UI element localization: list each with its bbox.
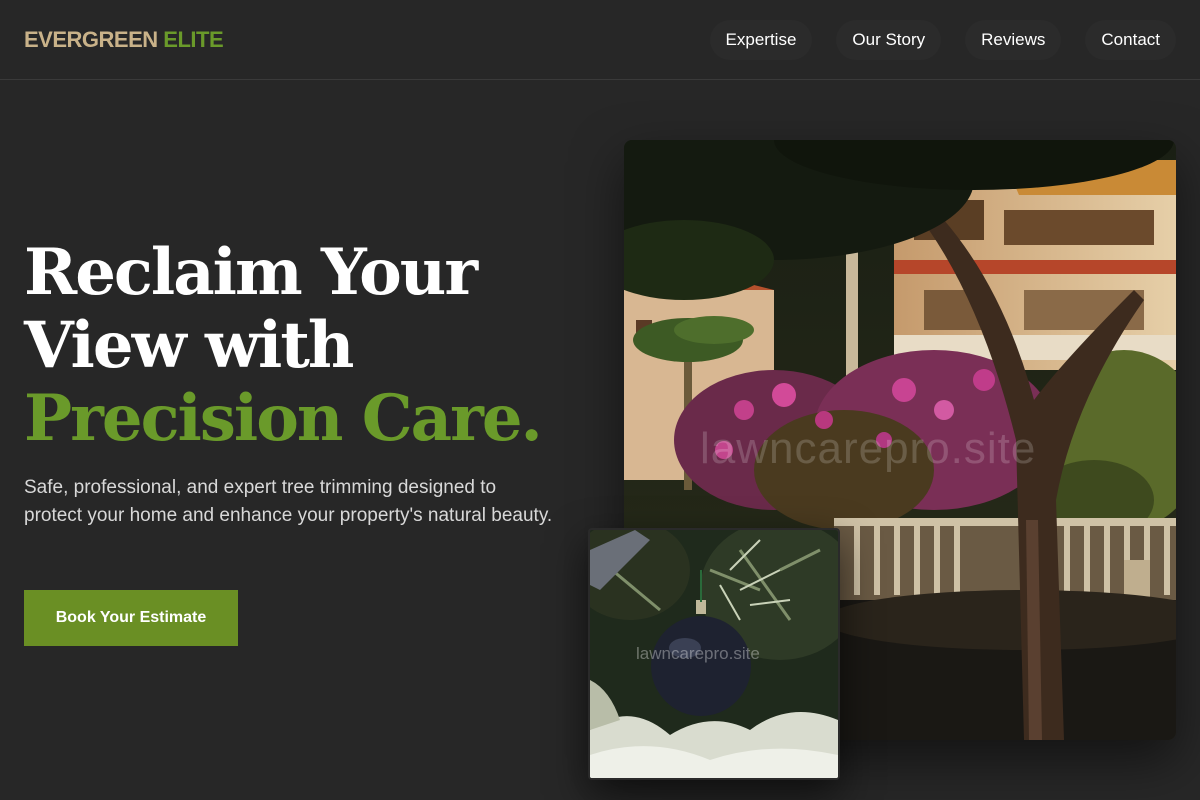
logo[interactable]: EVERGREEN ELITE (24, 27, 224, 53)
hero-headline: Reclaim Your View with Precision Care. (24, 236, 584, 455)
nav-item-contact[interactable]: Contact (1085, 20, 1176, 60)
headline-line-3-accent: Precision Care. (24, 381, 543, 456)
main-nav: Expertise Our Story Reviews Contact (709, 20, 1176, 60)
hero-subtext: Safe, professional, and expert tree trim… (24, 477, 553, 526)
inset-photo (588, 528, 840, 780)
headline-line-2: View with (24, 308, 354, 383)
site-header: EVERGREEN ELITE Expertise Our Story Revi… (0, 0, 1200, 80)
book-estimate-button[interactable]: Book Your Estimate (24, 590, 238, 646)
nav-item-our-story[interactable]: Our Story (836, 20, 942, 60)
logo-word-elite: ELITE (163, 27, 224, 52)
nav-item-expertise[interactable]: Expertise (709, 20, 813, 60)
nav-item-reviews[interactable]: Reviews (965, 20, 1062, 60)
headline-line-1: Reclaim Your (24, 235, 478, 310)
ornament-scene (590, 530, 838, 778)
logo-word-evergreen: EVERGREEN (24, 27, 158, 52)
